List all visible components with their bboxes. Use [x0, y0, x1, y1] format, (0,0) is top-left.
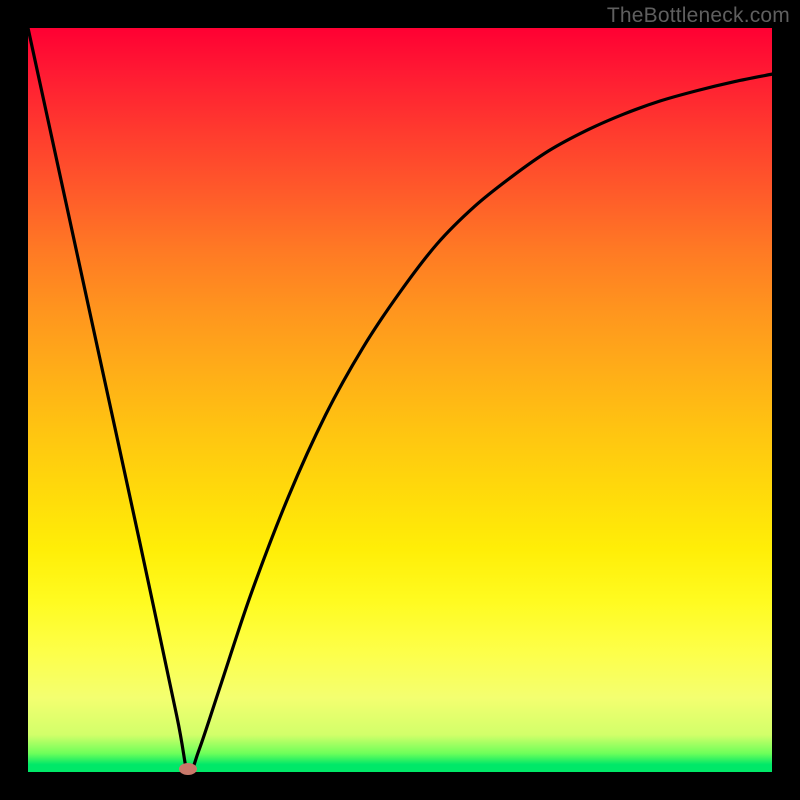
bottleneck-curve-path: [28, 28, 772, 773]
minimum-marker: [179, 763, 197, 775]
curve-svg: [28, 28, 772, 772]
plot-area: [28, 28, 772, 772]
watermark-text: TheBottleneck.com: [607, 4, 790, 28]
chart-frame: TheBottleneck.com: [0, 0, 800, 800]
